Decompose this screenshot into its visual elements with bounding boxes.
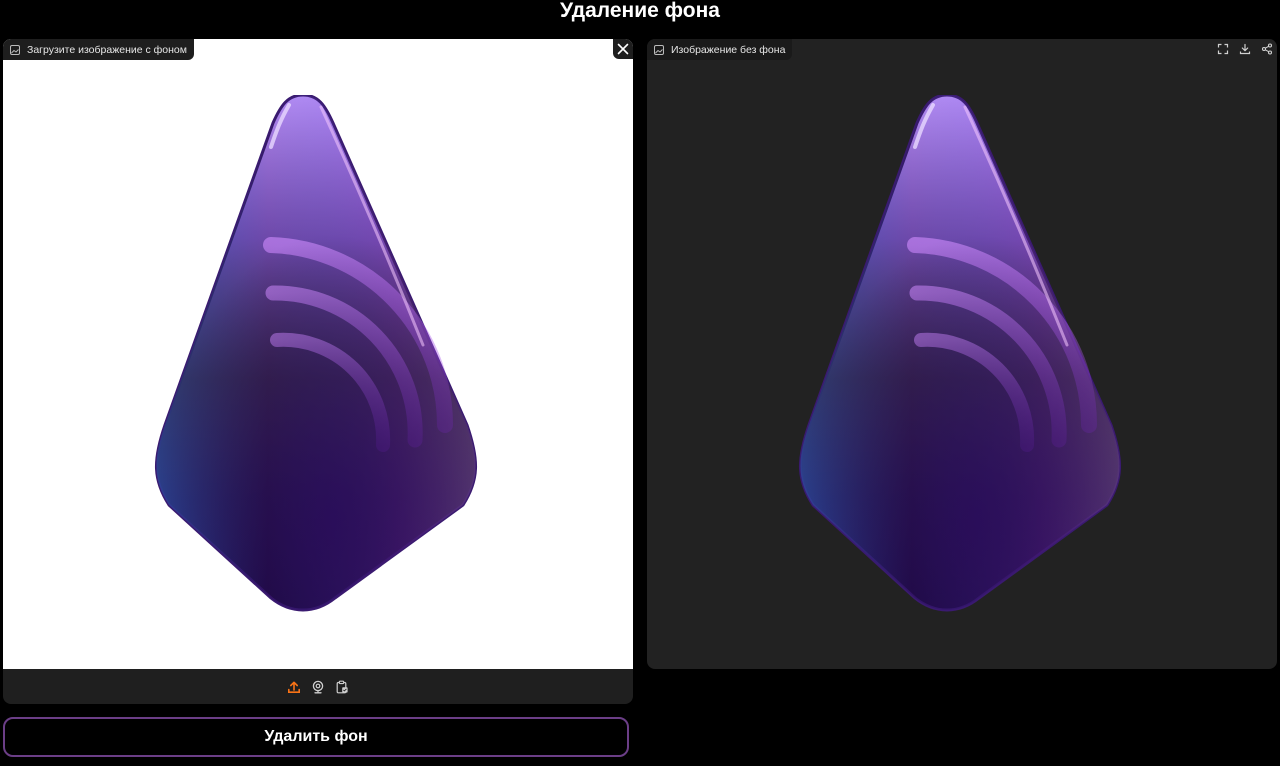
fullscreen-button[interactable] (1215, 41, 1231, 57)
close-icon (617, 43, 629, 55)
page-title: Удаление фона (560, 0, 720, 22)
input-image-label-text: Загрузите изображение с фоном (27, 43, 187, 56)
source-selector (3, 669, 633, 704)
share-button[interactable] (1259, 41, 1275, 57)
input-gem-image (153, 95, 483, 615)
output-gem-image (797, 95, 1127, 615)
input-image-panel[interactable]: Загрузите изображение с фоном (3, 39, 633, 704)
fullscreen-icon (1217, 43, 1229, 55)
output-image-label-text: Изображение без фона (671, 43, 786, 56)
download-icon (1239, 43, 1251, 55)
input-image-canvas[interactable] (3, 39, 633, 669)
upload-button[interactable] (286, 679, 302, 695)
webcam-icon (311, 680, 325, 694)
clipboard-button[interactable] (334, 679, 350, 695)
output-toolbar (1215, 39, 1275, 59)
image-icon (653, 44, 665, 56)
close-button[interactable] (613, 39, 633, 59)
input-image-label: Загрузите изображение с фоном (3, 39, 194, 60)
download-button[interactable] (1237, 41, 1253, 57)
share-icon (1261, 43, 1273, 55)
remove-background-button[interactable]: Удалить фон (3, 717, 629, 757)
webcam-button[interactable] (310, 679, 326, 695)
output-image-panel: Изображение без фона (647, 39, 1277, 669)
clipboard-icon (335, 680, 349, 694)
output-image-label: Изображение без фона (647, 39, 793, 60)
upload-icon (287, 680, 301, 694)
image-icon (9, 44, 21, 56)
